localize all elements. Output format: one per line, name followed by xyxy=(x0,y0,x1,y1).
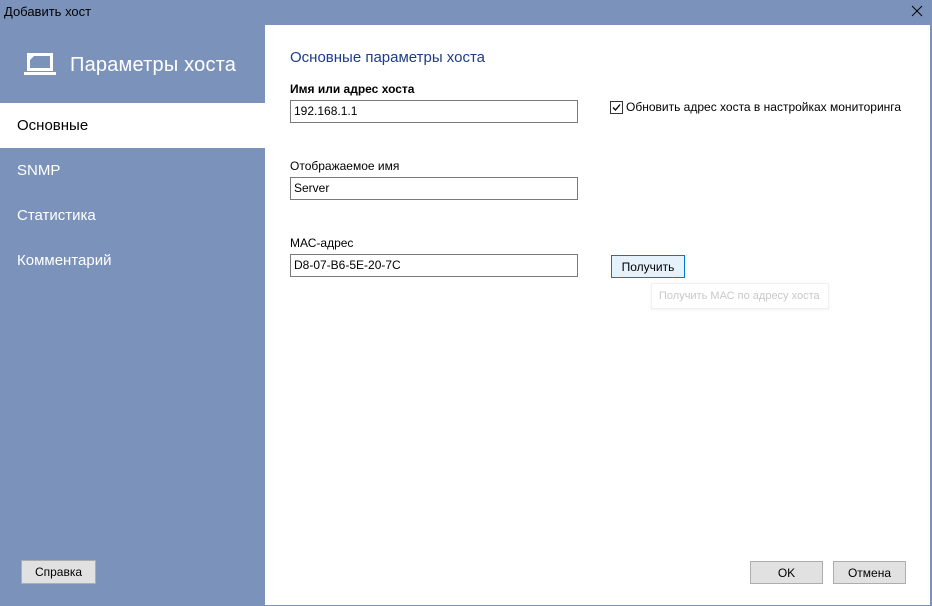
section-title: Основные параметры хоста xyxy=(290,49,486,66)
host-input[interactable]: 192.168.1.1 xyxy=(290,100,578,123)
sidebar-item-general[interactable]: Основные xyxy=(0,103,265,148)
checkbox-checked-icon[interactable] xyxy=(610,100,623,114)
get-mac-tooltip: Получить МАС по адресу хоста xyxy=(651,283,829,309)
sidebar: Параметры хоста Основные SNMP Статистика… xyxy=(0,25,265,606)
sidebar-item-comment[interactable]: Комментарий xyxy=(0,238,265,283)
laptop-icon xyxy=(24,51,56,79)
main-panel: Основные параметры хоста Имя или адрес х… xyxy=(265,25,930,605)
sidebar-title: Параметры хоста xyxy=(70,53,237,76)
sidebar-header: Параметры хоста xyxy=(24,51,236,79)
sidebar-item-statistics[interactable]: Статистика xyxy=(0,193,265,238)
ok-button[interactable]: OK xyxy=(750,561,823,584)
mac-input[interactable]: D8-07-B6-5E-20-7C xyxy=(290,254,578,277)
host-label: Имя или адрес хоста xyxy=(290,82,415,96)
update-address-label: Обновить адрес хоста в настройках монито… xyxy=(626,100,902,114)
close-icon[interactable] xyxy=(902,0,932,22)
get-mac-button[interactable]: Получить xyxy=(611,255,685,278)
display-name-input[interactable]: Server xyxy=(290,177,578,200)
display-name-label: Отображаемое имя xyxy=(290,159,400,173)
window-title: Добавить хост xyxy=(4,4,92,19)
sidebar-nav: Основные SNMP Статистика Комментарий xyxy=(0,103,265,283)
cancel-button[interactable]: Отмена xyxy=(833,561,906,584)
sidebar-item-snmp[interactable]: SNMP xyxy=(0,148,265,193)
help-button[interactable]: Справка xyxy=(21,560,96,584)
title-bar: Добавить хост xyxy=(0,0,932,25)
update-address-checkbox[interactable]: Обновить адрес хоста в настройках монито… xyxy=(610,100,901,114)
mac-label: МАС-адрес xyxy=(290,236,354,250)
